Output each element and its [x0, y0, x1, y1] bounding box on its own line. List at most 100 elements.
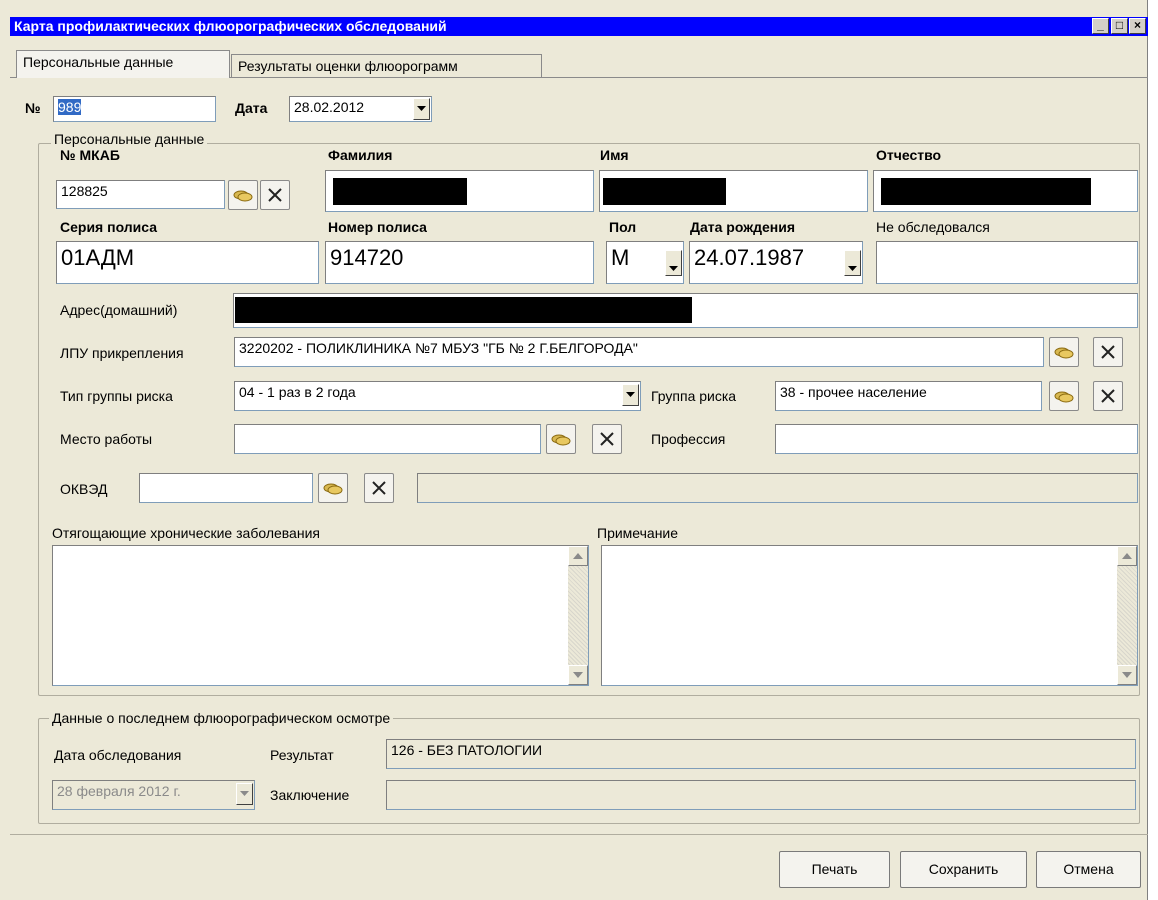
patronymic-field[interactable] — [873, 170, 1138, 212]
chronic-scrollbar[interactable] — [568, 546, 588, 685]
close-icon — [371, 481, 387, 499]
redacted-block — [881, 178, 1091, 205]
not-examined-label: Не обследовался — [876, 219, 990, 235]
risk-group-clear-button[interactable] — [1093, 381, 1123, 411]
scroll-down-icon[interactable] — [568, 665, 588, 685]
policy-number-input[interactable]: 914720 — [325, 241, 594, 284]
maximize-button[interactable]: □ — [1111, 18, 1128, 34]
close-icon — [267, 188, 283, 206]
policy-number-value: 914720 — [330, 245, 404, 270]
sex-label: Пол — [609, 219, 637, 235]
tab-xray-results[interactable]: Результаты оценки флюорограмм — [231, 54, 542, 78]
risk-group-field[interactable]: 38 - прочее население — [775, 381, 1042, 411]
birthdate-value: 24.07.1987 — [694, 245, 805, 270]
exam-date-picker: 28 февраля 2012 г. — [52, 780, 255, 810]
workplace-field[interactable] — [234, 424, 541, 454]
chevron-down-icon — [236, 783, 253, 805]
mkab-input[interactable]: 128825 — [56, 180, 225, 209]
profession-label: Профессия — [651, 431, 726, 447]
mkab-value: 128825 — [61, 183, 108, 199]
window-titlebar[interactable]: Карта профилактических флюорографических… — [10, 17, 1148, 36]
risk-group-label: Группа риска — [651, 388, 737, 404]
date-picker[interactable]: 28.02.2012 — [289, 96, 432, 122]
lpu-label: ЛПУ прикрепления — [60, 345, 184, 361]
exam-date-label: Дата обследования — [54, 747, 182, 763]
surname-label: Фамилия — [328, 147, 393, 163]
chevron-down-icon[interactable] — [844, 250, 861, 276]
okved-clear-button[interactable] — [364, 473, 394, 503]
minimize-button[interactable]: _ — [1092, 18, 1109, 34]
risk-group-value: 38 - прочее население — [780, 384, 927, 400]
tab-label: Результаты оценки флюорограмм — [238, 58, 458, 74]
lookup-icon — [323, 483, 343, 499]
print-button[interactable]: Печать — [779, 851, 890, 888]
lookup-icon — [551, 434, 571, 450]
okved-description-field — [417, 473, 1138, 503]
note-scrollbar[interactable] — [1117, 546, 1137, 685]
risk-group-lookup-button[interactable] — [1049, 381, 1079, 411]
chronic-label: Отягощающие хронические заболевания — [52, 525, 320, 541]
close-button[interactable]: × — [1129, 18, 1146, 34]
exam-date-value: 28 февраля 2012 г. — [57, 783, 181, 799]
close-icon — [1100, 389, 1116, 407]
cancel-button[interactable]: Отмена — [1036, 851, 1141, 888]
close-icon — [1100, 345, 1116, 363]
result-field: 126 - БЕЗ ПАТОЛОГИИ — [386, 739, 1136, 769]
address-label: Адрес(домашний) — [60, 302, 178, 318]
okved-label: ОКВЭД — [60, 481, 108, 497]
tab-label: Персональные данные — [23, 54, 174, 70]
chevron-down-icon[interactable] — [622, 384, 639, 406]
save-button[interactable]: Сохранить — [900, 851, 1027, 888]
personal-group-title: Персональные данные — [51, 132, 208, 146]
number-value: 989 — [58, 99, 82, 115]
result-value: 126 - БЕЗ ПАТОЛОГИИ — [391, 742, 543, 758]
scroll-up-icon[interactable] — [568, 546, 588, 566]
risk-type-value: 04 - 1 раз в 2 года — [239, 384, 356, 400]
patronymic-label: Отчество — [876, 147, 942, 163]
okved-lookup-button[interactable] — [318, 473, 348, 503]
lpu-clear-button[interactable] — [1093, 337, 1123, 367]
conclusion-label: Заключение — [270, 787, 350, 803]
date-label: Дата — [235, 100, 268, 116]
chevron-down-icon[interactable] — [413, 98, 430, 120]
lpu-lookup-button[interactable] — [1049, 337, 1079, 367]
lookup-icon — [1054, 347, 1074, 363]
chronic-textarea[interactable] — [52, 545, 589, 686]
last-exam-group-title: Данные о последнем флюорографическом осм… — [49, 710, 394, 726]
name-label: Имя — [600, 147, 629, 163]
mkab-clear-button[interactable] — [260, 180, 290, 210]
lpu-value: 3220202 - ПОЛИКЛИНИКА №7 МБУЗ "ГБ № 2 Г.… — [239, 340, 638, 356]
name-field[interactable] — [599, 170, 868, 212]
number-input[interactable]: 989 — [53, 96, 216, 122]
address-field[interactable] — [233, 293, 1138, 328]
chevron-down-icon[interactable] — [665, 250, 682, 276]
lpu-field[interactable]: 3220202 - ПОЛИКЛИНИКА №7 МБУЗ "ГБ № 2 Г.… — [234, 337, 1044, 367]
profession-field[interactable] — [775, 424, 1138, 454]
close-icon — [599, 432, 615, 450]
workplace-clear-button[interactable] — [592, 424, 622, 454]
risk-type-select[interactable]: 04 - 1 раз в 2 года — [234, 381, 641, 411]
tab-personal-data[interactable]: Персональные данные — [16, 50, 230, 78]
not-examined-field[interactable] — [876, 241, 1138, 284]
policy-series-input[interactable]: 01АДМ — [56, 241, 319, 284]
window-title: Карта профилактических флюорографических… — [14, 18, 447, 34]
sex-value: М — [611, 245, 630, 270]
birthdate-label: Дата рождения — [690, 219, 796, 235]
number-label: № — [25, 100, 41, 116]
surname-field[interactable] — [325, 170, 594, 212]
okved-field[interactable] — [139, 473, 313, 503]
redacted-block — [235, 297, 692, 323]
fluoro-card-window: Карта профилактических флюорографических… — [0, 0, 1148, 900]
birthdate-picker[interactable]: 24.07.1987 — [689, 241, 863, 284]
scroll-down-icon[interactable] — [1117, 665, 1137, 685]
note-textarea[interactable] — [601, 545, 1138, 686]
policy-number-label: Номер полиса — [328, 219, 427, 235]
mkab-lookup-button[interactable] — [228, 180, 258, 210]
policy-series-value: 01АДМ — [61, 245, 135, 270]
redacted-block — [603, 178, 726, 205]
mkab-label: № МКАБ — [60, 147, 120, 163]
conclusion-field — [386, 780, 1136, 810]
sex-select[interactable]: М — [606, 241, 684, 284]
scroll-up-icon[interactable] — [1117, 546, 1137, 566]
workplace-lookup-button[interactable] — [546, 424, 576, 454]
